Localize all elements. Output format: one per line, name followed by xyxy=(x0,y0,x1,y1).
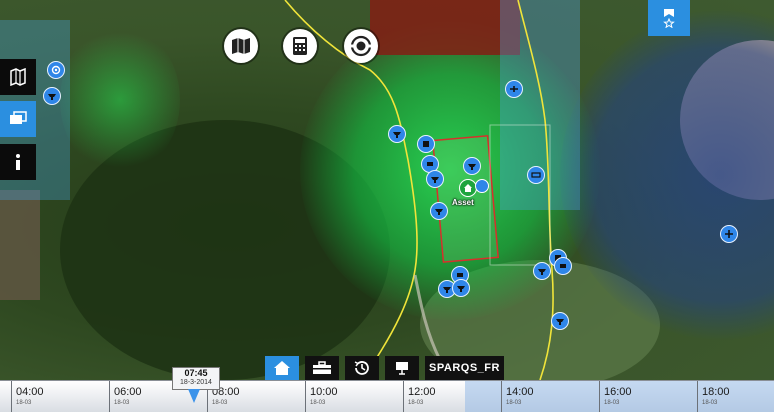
sensor-icon xyxy=(531,172,541,178)
scenario-button[interactable]: SPARQS_FR xyxy=(425,356,504,380)
camera-icon xyxy=(468,164,476,170)
roads xyxy=(284,0,554,381)
marker-radar[interactable] xyxy=(47,61,65,79)
camera-icon xyxy=(443,287,451,293)
camera-icon xyxy=(556,319,564,325)
path-line xyxy=(413,274,442,361)
aircraft-icon xyxy=(510,86,518,92)
camera-icon xyxy=(435,209,443,215)
sensor-icon xyxy=(560,264,566,268)
scenario-label: SPARQS_FR xyxy=(429,362,500,374)
home-icon xyxy=(464,184,472,192)
asset-status-indicator xyxy=(475,179,489,193)
presentation-button[interactable] xyxy=(385,356,419,380)
map-tool-button[interactable] xyxy=(224,29,258,63)
time-pointer-handle[interactable] xyxy=(188,389,200,403)
home-button[interactable] xyxy=(265,356,299,380)
windows-button[interactable] xyxy=(0,101,36,137)
garden-outline xyxy=(489,124,551,266)
marker-camera[interactable] xyxy=(388,125,406,143)
sensor-icon xyxy=(423,141,429,147)
timeline-tick: 06:00 18-03 xyxy=(109,381,142,412)
calculator-icon xyxy=(293,37,307,55)
sensor-icon xyxy=(427,162,433,166)
windows-icon xyxy=(10,111,27,124)
timeline-tick: 12:00 18-03 xyxy=(403,381,436,412)
history-button[interactable] xyxy=(345,356,379,380)
marker-aircraft[interactable] xyxy=(720,225,738,243)
current-time-indicator[interactable]: 07:45 18-3-2014 xyxy=(172,367,220,390)
current-time: 07:45 xyxy=(184,368,208,378)
toolbox-button[interactable] xyxy=(305,356,339,380)
bookmark-star-icon xyxy=(663,9,675,28)
toolbox-icon xyxy=(313,361,331,374)
marker-camera[interactable] xyxy=(551,312,569,330)
target-radar-button[interactable] xyxy=(344,29,378,63)
marker-sensor[interactable] xyxy=(527,166,545,184)
map-layers-button[interactable] xyxy=(0,59,36,95)
timeline[interactable]: 04:00 18-03 06:00 18-03 08:00 18-03 10:00 18… xyxy=(0,380,774,412)
calculator-button[interactable] xyxy=(283,29,317,63)
current-date: 18-3-2014 xyxy=(180,379,212,386)
info-button[interactable] xyxy=(0,144,36,180)
camera-icon xyxy=(431,177,439,183)
map-layers-icon xyxy=(10,68,26,86)
marker-aircraft[interactable] xyxy=(505,80,523,98)
marker-camera[interactable] xyxy=(452,279,470,297)
marker-sensor[interactable] xyxy=(554,257,572,275)
timeline-tick: 10:00 18-03 xyxy=(305,381,338,412)
camera-icon xyxy=(457,286,465,292)
camera-icon xyxy=(393,132,401,138)
presentation-icon xyxy=(396,362,408,375)
timeline-tick: 04:00 18-03 xyxy=(11,381,44,412)
marker-camera[interactable] xyxy=(426,170,444,188)
timeline-tick: 14:00 18-03 xyxy=(501,381,534,412)
info-icon xyxy=(16,154,20,170)
marker-camera[interactable] xyxy=(463,157,481,175)
camera-icon xyxy=(538,269,546,275)
timeline-tick: 16:00 18-03 xyxy=(599,381,632,412)
marker-sensor[interactable] xyxy=(417,135,435,153)
timeline-tick: 18:00 18-03 xyxy=(697,381,730,412)
radar-icon xyxy=(51,65,61,75)
map-view[interactable] xyxy=(0,0,774,411)
bookmark-button[interactable] xyxy=(648,0,690,36)
marker-camera[interactable] xyxy=(430,202,448,220)
history-icon xyxy=(354,361,369,375)
map-fold-icon xyxy=(232,38,250,54)
road-line xyxy=(517,0,554,381)
home-icon xyxy=(274,361,290,375)
marker-camera[interactable] xyxy=(533,262,551,280)
camera-icon xyxy=(48,94,56,100)
aircraft-icon xyxy=(725,230,733,238)
target-radar-icon xyxy=(350,35,372,57)
marker-camera[interactable] xyxy=(43,87,61,105)
asset-label: Asset xyxy=(452,198,474,207)
